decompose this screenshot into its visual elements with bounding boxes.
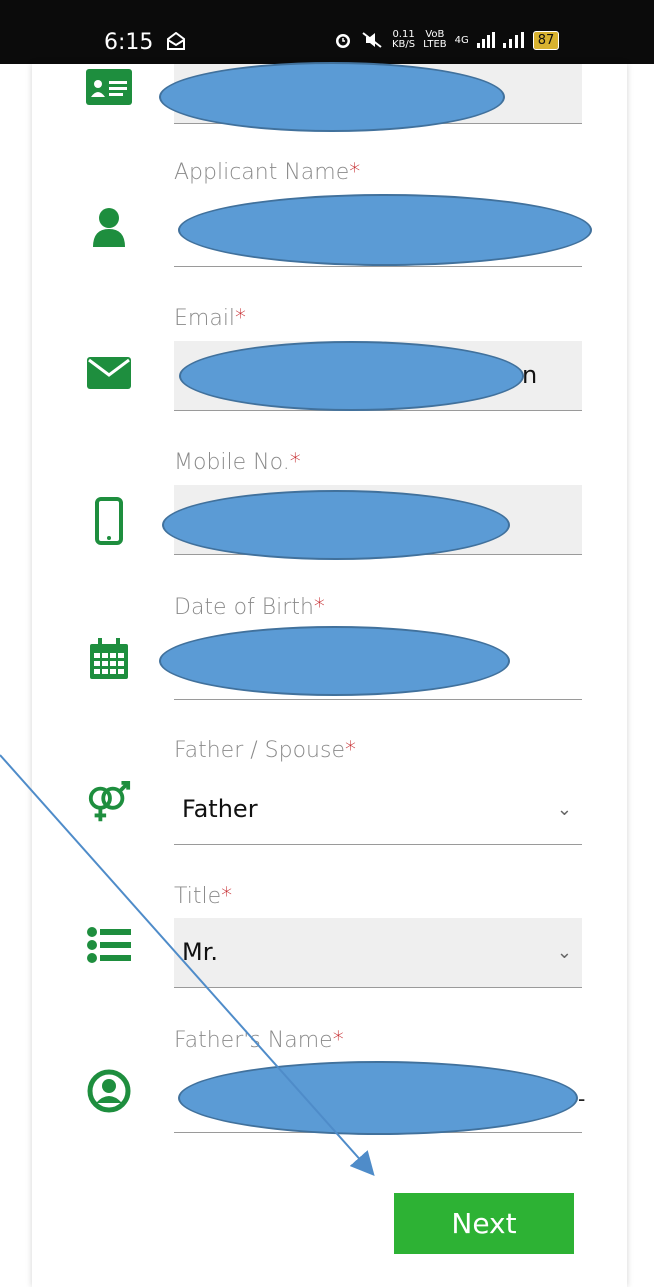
annotation-arrow	[0, 754, 375, 1176]
next-button[interactable]: Next	[394, 1193, 574, 1254]
